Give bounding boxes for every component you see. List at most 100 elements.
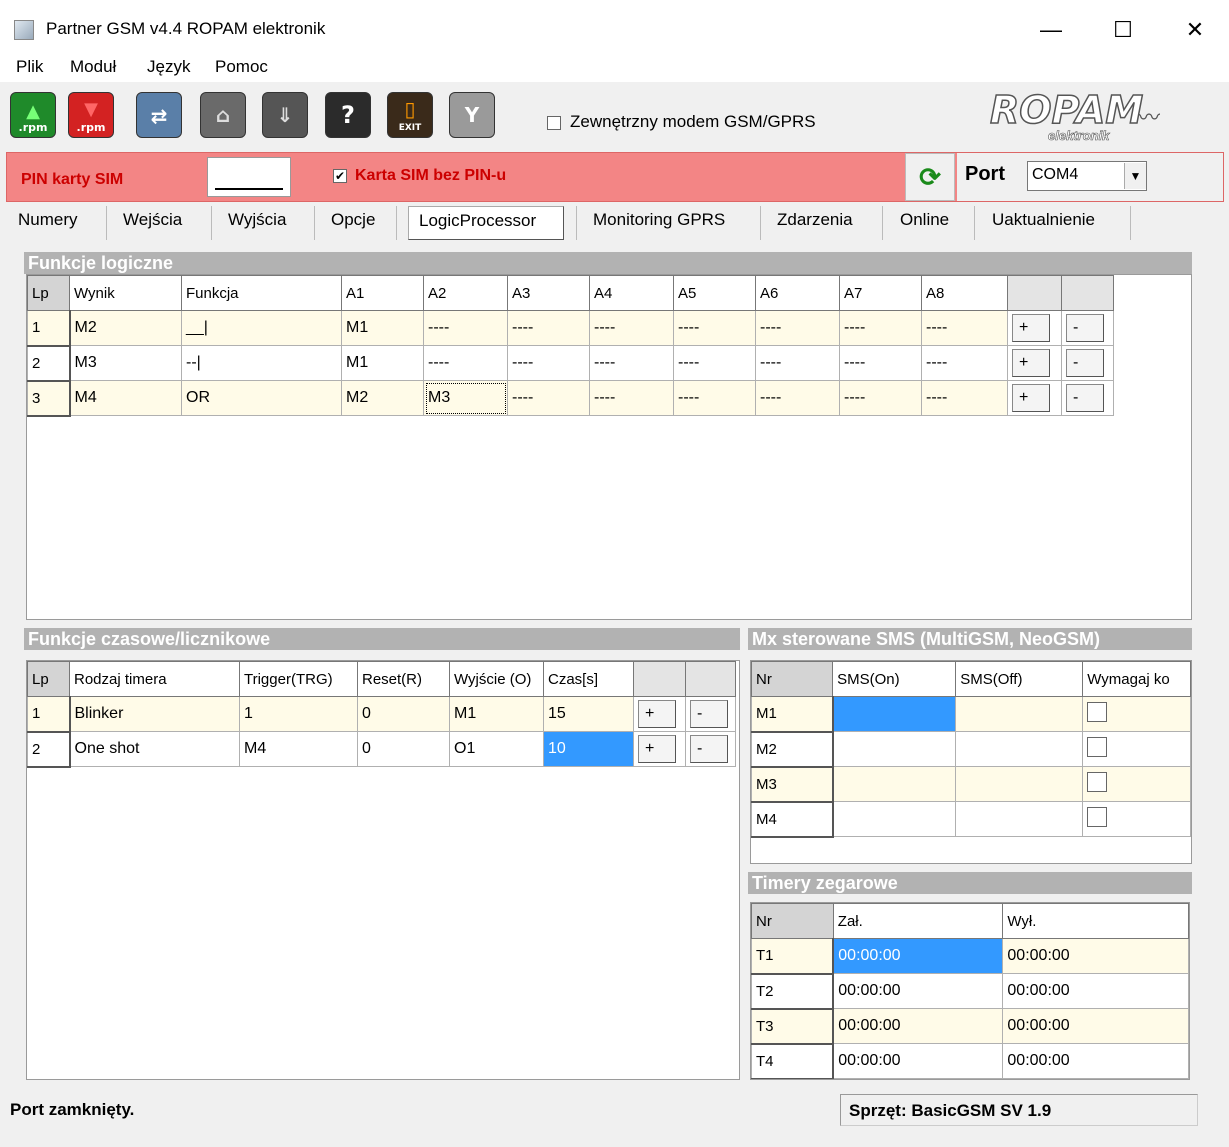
- sms-control-header: Mx sterowane SMS (MultiGSM, NeoGSM): [748, 628, 1192, 650]
- title-bar: Partner GSM v4.4 ROPAM elektronik — ☐ ✕: [0, 0, 1229, 52]
- clock-timers-header: Timery zegarowe: [748, 872, 1192, 894]
- remove-timer-button[interactable]: -: [690, 735, 728, 763]
- maximize-button[interactable]: ☐: [1100, 10, 1146, 50]
- menu-bar: Plik Moduł Język Pomoc: [0, 52, 1229, 82]
- table-row[interactable]: M2: [751, 731, 1191, 768]
- port-select[interactable]: COM4 ▼: [1027, 161, 1147, 191]
- port-label: Port: [965, 163, 1005, 185]
- connect-module-button[interactable]: ⇄: [136, 92, 182, 138]
- external-modem-label: Zewnętrzny modem GSM/GPRS: [570, 112, 816, 131]
- tab-zdarzenia[interactable]: Zdarzenia: [777, 210, 853, 240]
- ropam-logo: ROPAM 〰 elektronik: [989, 87, 1161, 143]
- write-module-button[interactable]: ⇓: [262, 92, 308, 138]
- external-modem-checkbox[interactable]: [547, 116, 561, 130]
- refresh-icon: ⟳: [919, 162, 941, 192]
- remove-row-button[interactable]: -: [1066, 384, 1104, 412]
- tab-online[interactable]: Online: [900, 210, 949, 240]
- clock-header-row: Nr Zał. Wył.: [751, 903, 1189, 939]
- add-row-button[interactable]: +: [1012, 384, 1050, 412]
- logic-functions-grid[interactable]: Lp Wynik Funkcja A1 A2 A3 A4 A5 A6 A7 A8…: [26, 274, 1192, 620]
- remove-timer-button[interactable]: -: [690, 700, 728, 728]
- save-rpm-button[interactable]: ▼ .rpm: [68, 92, 114, 138]
- remove-row-button[interactable]: -: [1066, 314, 1104, 342]
- module-connect-icon: ⇄: [150, 104, 168, 128]
- tab-wejscia[interactable]: Wejścia: [123, 210, 182, 240]
- app-icon: [14, 20, 34, 40]
- table-row[interactable]: T1 00:00:00 00:00:00: [751, 938, 1189, 975]
- sms-on-field[interactable]: [832, 801, 957, 837]
- pin-label: PIN karty SIM: [21, 171, 124, 188]
- menu-modul[interactable]: Moduł: [70, 57, 116, 77]
- tab-monitoring-gprs[interactable]: Monitoring GPRS: [593, 210, 725, 240]
- tab-numery[interactable]: Numery: [18, 210, 78, 240]
- table-row[interactable]: 2 M3 --| M1 ---- ---- ---- ---- ---- ---…: [27, 345, 1114, 382]
- tab-uaktualnienie[interactable]: Uaktualnienie: [992, 210, 1095, 240]
- menu-jezyk[interactable]: Język: [147, 57, 190, 77]
- download-module-icon: ⇓: [276, 103, 294, 127]
- table-row[interactable]: T4 00:00:00 00:00:00: [751, 1043, 1189, 1079]
- chevron-down-icon[interactable]: ▼: [1124, 163, 1146, 189]
- table-row[interactable]: T2 00:00:00 00:00:00: [751, 973, 1189, 1010]
- sms-off-field[interactable]: [955, 801, 1084, 837]
- open-rpm-button[interactable]: ▲ .rpm: [10, 92, 56, 138]
- close-button[interactable]: ✕: [1172, 10, 1218, 50]
- table-row[interactable]: 1 M2 __| M1 ---- ---- ---- ---- ---- ---…: [27, 310, 1114, 347]
- tab-logicprocessor[interactable]: LogicProcessor: [408, 206, 564, 240]
- help-icon: ?: [341, 101, 355, 129]
- sim-no-pin-checkbox[interactable]: ✔: [333, 169, 347, 183]
- tab-bar: Numery Wejścia Wyjścia Opcje LogicProces…: [6, 202, 1224, 242]
- clock-table: Nr Zał. Wył. T1 00:00:00 00:00:00 T2 00:…: [751, 903, 1189, 1079]
- sms-off-field[interactable]: [955, 766, 1084, 802]
- minimize-button[interactable]: —: [1028, 10, 1074, 50]
- status-bar: Port zamknięty. Sprzęt: BasicGSM SV 1.9: [0, 1090, 1229, 1130]
- sms-on-field[interactable]: [832, 731, 957, 767]
- add-row-button[interactable]: +: [1012, 314, 1050, 342]
- port-status: Port zamknięty.: [10, 1100, 135, 1119]
- pin-input[interactable]: [207, 157, 291, 197]
- logic-header-row: Lp Wynik Funkcja A1 A2 A3 A4 A5 A6 A7 A8: [27, 275, 1114, 311]
- tab-opcje[interactable]: Opcje: [331, 210, 375, 240]
- read-module-button[interactable]: ⌂: [200, 92, 246, 138]
- table-row[interactable]: 2 One shot M4 0 O1 10 + -: [27, 731, 736, 768]
- hardware-status-panel: Sprzęt: BasicGSM SV 1.9: [840, 1094, 1198, 1126]
- sim-no-pin-label: Karta SIM bez PIN-u: [355, 167, 507, 184]
- table-row[interactable]: M4: [751, 801, 1191, 838]
- gsm-signal-button[interactable]: Y: [449, 92, 495, 138]
- table-row[interactable]: T3 00:00:00 00:00:00: [751, 1008, 1189, 1045]
- require-code-checkbox[interactable]: [1087, 701, 1108, 722]
- remove-row-button[interactable]: -: [1066, 349, 1104, 377]
- sms-on-field[interactable]: [832, 696, 957, 732]
- sms-on-field[interactable]: [832, 766, 957, 802]
- menu-pomoc[interactable]: Pomoc: [215, 57, 268, 77]
- help-button[interactable]: ?: [325, 92, 371, 138]
- table-row[interactable]: M1: [751, 696, 1191, 733]
- sms-header-row: Nr SMS(On) SMS(Off) Wymagaj ko: [751, 661, 1191, 697]
- table-row[interactable]: 3 M4 OR M2 M3 ---- ---- ---- ---- ---- -…: [27, 380, 1114, 417]
- timer-functions-grid[interactable]: Lp Rodzaj timera Trigger(TRG) Reset(R) W…: [26, 660, 740, 1080]
- require-code-checkbox[interactable]: [1087, 736, 1108, 757]
- clock-timers-grid[interactable]: Nr Zał. Wył. T1 00:00:00 00:00:00 T2 00:…: [750, 902, 1190, 1080]
- menu-plik[interactable]: Plik: [16, 57, 43, 77]
- door-icon: ▯: [404, 97, 416, 121]
- timer-functions-header: Funkcje czasowe/licznikowe: [24, 628, 740, 650]
- tab-wyjscia[interactable]: Wyjścia: [228, 210, 286, 240]
- add-row-button[interactable]: +: [1012, 349, 1050, 377]
- table-row[interactable]: 1 Blinker 1 0 M1 15 + -: [27, 696, 736, 733]
- refresh-ports-button[interactable]: ⟳: [905, 153, 955, 201]
- signal-icon: Y: [464, 103, 480, 127]
- sms-off-field[interactable]: [955, 731, 1084, 767]
- exit-button[interactable]: ▯ EXIT: [387, 92, 433, 138]
- require-code-checkbox[interactable]: [1087, 771, 1108, 792]
- add-timer-button[interactable]: +: [638, 700, 676, 728]
- timers-header-row: Lp Rodzaj timera Trigger(TRG) Reset(R) W…: [27, 661, 736, 697]
- table-row[interactable]: M3: [751, 766, 1191, 803]
- hardware-status: Sprzęt: BasicGSM SV 1.9: [849, 1101, 1052, 1120]
- add-timer-button[interactable]: +: [638, 735, 676, 763]
- sms-control-grid[interactable]: Nr SMS(On) SMS(Off) Wymagaj ko M1 M2 M3 …: [750, 660, 1192, 864]
- arrow-down-icon: ▼: [84, 99, 98, 120]
- sim-pin-bar: PIN karty SIM ✔ Karta SIM bez PIN-u ⟳ Po…: [6, 152, 1224, 202]
- sms-off-field[interactable]: [955, 696, 1084, 732]
- timers-table: Lp Rodzaj timera Trigger(TRG) Reset(R) W…: [27, 661, 736, 768]
- require-code-checkbox[interactable]: [1087, 806, 1108, 827]
- logic-table: Lp Wynik Funkcja A1 A2 A3 A4 A5 A6 A7 A8…: [27, 275, 1114, 417]
